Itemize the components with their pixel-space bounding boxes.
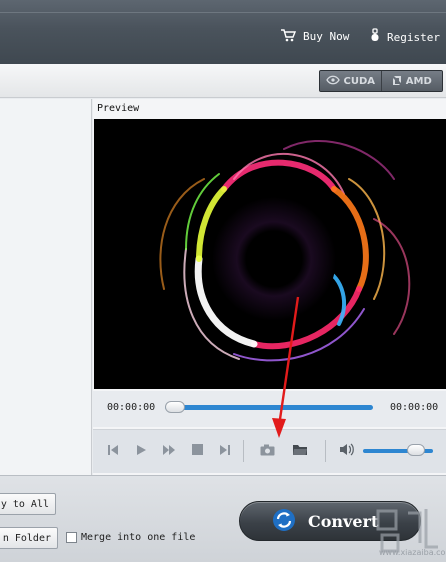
video-frame-image	[94, 119, 446, 389]
stop-icon	[191, 444, 203, 458]
skip-forward-button[interactable]	[216, 442, 234, 460]
cart-icon	[280, 28, 297, 45]
amd-label: AMD	[405, 75, 432, 87]
open-folder-button[interactable]	[291, 442, 309, 460]
buy-now-button[interactable]: Buy Now	[280, 28, 349, 45]
divider	[243, 440, 244, 462]
end-time: 00:00:00	[390, 402, 439, 413]
preview-panel: Preview 00:00:00 00:00:00	[93, 99, 446, 475]
playback-controls	[93, 429, 446, 473]
video-preview	[94, 119, 446, 389]
amd-toggle[interactable]: AMD	[380, 71, 442, 91]
key-icon	[370, 28, 380, 47]
open-folder-button[interactable]: n Folder	[0, 527, 58, 549]
volume-handle[interactable]	[407, 444, 426, 456]
gpu-acceleration-group: CUDA AMD	[319, 70, 443, 92]
file-list-panel[interactable]	[0, 99, 92, 475]
divider	[325, 440, 326, 462]
play-icon	[135, 444, 147, 459]
fast-forward-icon	[162, 444, 176, 459]
register-button[interactable]: Register	[370, 28, 440, 47]
refresh-icon	[272, 508, 296, 535]
buy-now-label: Buy Now	[303, 30, 350, 43]
play-button[interactable]	[132, 442, 150, 460]
merge-label: Merge into one file	[81, 532, 196, 543]
watermark-text: www.xiazaiba.com	[379, 548, 446, 557]
amd-icon	[392, 75, 402, 88]
seek-track[interactable]	[165, 405, 373, 410]
preview-heading: Preview	[97, 103, 140, 114]
apply-to-all-button[interactable]: ly to All	[0, 493, 56, 515]
folder-icon	[292, 444, 308, 459]
skip-back-button[interactable]	[104, 442, 122, 460]
nvidia-icon	[325, 75, 340, 88]
skip-forward-icon	[219, 444, 231, 459]
seek-handle[interactable]	[165, 401, 185, 413]
convert-label: Convert	[308, 511, 379, 531]
skip-back-icon	[107, 444, 119, 459]
register-label: Register	[387, 31, 440, 44]
toolbar: CUDA AMD	[0, 64, 446, 98]
stop-button[interactable]	[188, 442, 206, 460]
current-time: 00:00:00	[107, 402, 156, 413]
speaker-icon	[339, 443, 355, 459]
snapshot-button[interactable]	[258, 442, 276, 460]
cuda-toggle[interactable]: CUDA	[320, 71, 381, 91]
timeline-bar: 00:00:00 00:00:00	[93, 391, 446, 427]
fast-forward-button[interactable]	[160, 442, 178, 460]
camera-icon	[260, 444, 275, 459]
merge-checkbox[interactable]	[66, 532, 77, 543]
mute-button[interactable]	[338, 442, 356, 460]
cuda-label: CUDA	[343, 75, 376, 87]
merge-checkbox-row[interactable]: Merge into one file	[66, 532, 195, 543]
divider	[0, 12, 446, 13]
title-bar: Buy Now Register	[0, 0, 446, 64]
